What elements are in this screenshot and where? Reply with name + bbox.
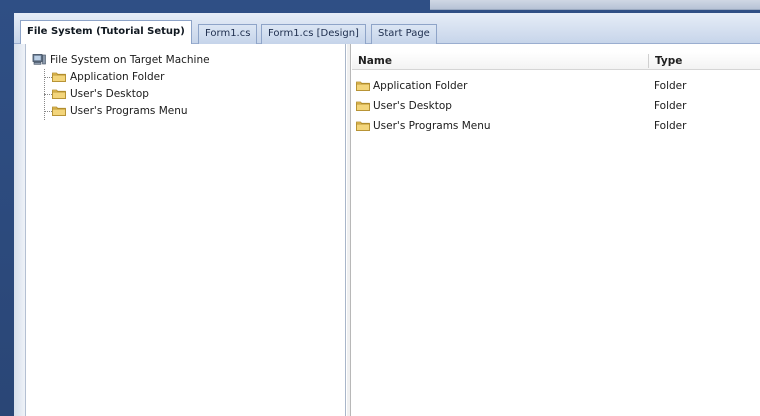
tree-guide-line bbox=[44, 77, 52, 78]
folder-icon bbox=[52, 89, 66, 99]
tree-guide-line bbox=[44, 111, 52, 112]
file-system-editor: File System on Target Machine Applicatio… bbox=[14, 44, 760, 416]
tree-item-label: User's Programs Menu bbox=[70, 105, 188, 117]
tree-item-label: Application Folder bbox=[70, 71, 165, 83]
list-item-name: Application Folder bbox=[373, 80, 468, 92]
tree-guide-line bbox=[44, 94, 52, 95]
list-item[interactable]: User's Desktop Folder bbox=[352, 96, 760, 116]
column-header-name[interactable]: Name bbox=[352, 52, 392, 70]
ide-window-frame: File System (Tutorial Setup) Form1.cs Fo… bbox=[0, 0, 760, 416]
tree-item-users-programs-menu[interactable]: User's Programs Menu bbox=[32, 103, 342, 120]
computer-icon bbox=[32, 53, 46, 65]
contents-pane: Name Type Application Folder Folder User… bbox=[352, 44, 760, 416]
tab-form1-design[interactable]: Form1.cs [Design] bbox=[261, 24, 366, 44]
document-tab-bar: File System (Tutorial Setup) Form1.cs Fo… bbox=[14, 13, 760, 45]
folder-icon bbox=[52, 106, 66, 116]
tree-item-target-machine[interactable]: File System on Target Machine bbox=[32, 52, 342, 69]
tab-file-system[interactable]: File System (Tutorial Setup) bbox=[20, 20, 192, 45]
tree-item-label: File System on Target Machine bbox=[50, 54, 210, 66]
folder-icon bbox=[356, 101, 370, 111]
folder-icon bbox=[52, 72, 66, 82]
toolbar-strip bbox=[430, 0, 760, 10]
folder-icon bbox=[356, 81, 370, 91]
contents-list: Application Folder Folder User's Desktop… bbox=[352, 76, 760, 136]
list-item[interactable]: Application Folder Folder bbox=[352, 76, 760, 96]
tab-start-page[interactable]: Start Page bbox=[371, 24, 437, 44]
tree-item-application-folder[interactable]: Application Folder bbox=[32, 69, 342, 86]
list-item-type: Folder bbox=[654, 80, 687, 92]
folder-icon bbox=[356, 121, 370, 131]
list-item-name: User's Programs Menu bbox=[373, 120, 491, 132]
tab-form1-cs[interactable]: Form1.cs bbox=[198, 24, 258, 44]
column-header-type[interactable]: Type bbox=[649, 52, 682, 70]
tree-pane: File System on Target Machine Applicatio… bbox=[26, 44, 346, 416]
pane-edge bbox=[14, 44, 26, 416]
list-item-type: Folder bbox=[654, 120, 687, 132]
tree-item-users-desktop[interactable]: User's Desktop bbox=[32, 86, 342, 103]
folder-tree: File System on Target Machine Applicatio… bbox=[32, 52, 342, 120]
pane-splitter[interactable] bbox=[347, 44, 351, 416]
list-header: Name Type bbox=[352, 52, 760, 70]
list-item-name: User's Desktop bbox=[373, 100, 452, 112]
tree-item-label: User's Desktop bbox=[70, 88, 149, 100]
list-item-type: Folder bbox=[654, 100, 687, 112]
list-item[interactable]: User's Programs Menu Folder bbox=[352, 116, 760, 136]
